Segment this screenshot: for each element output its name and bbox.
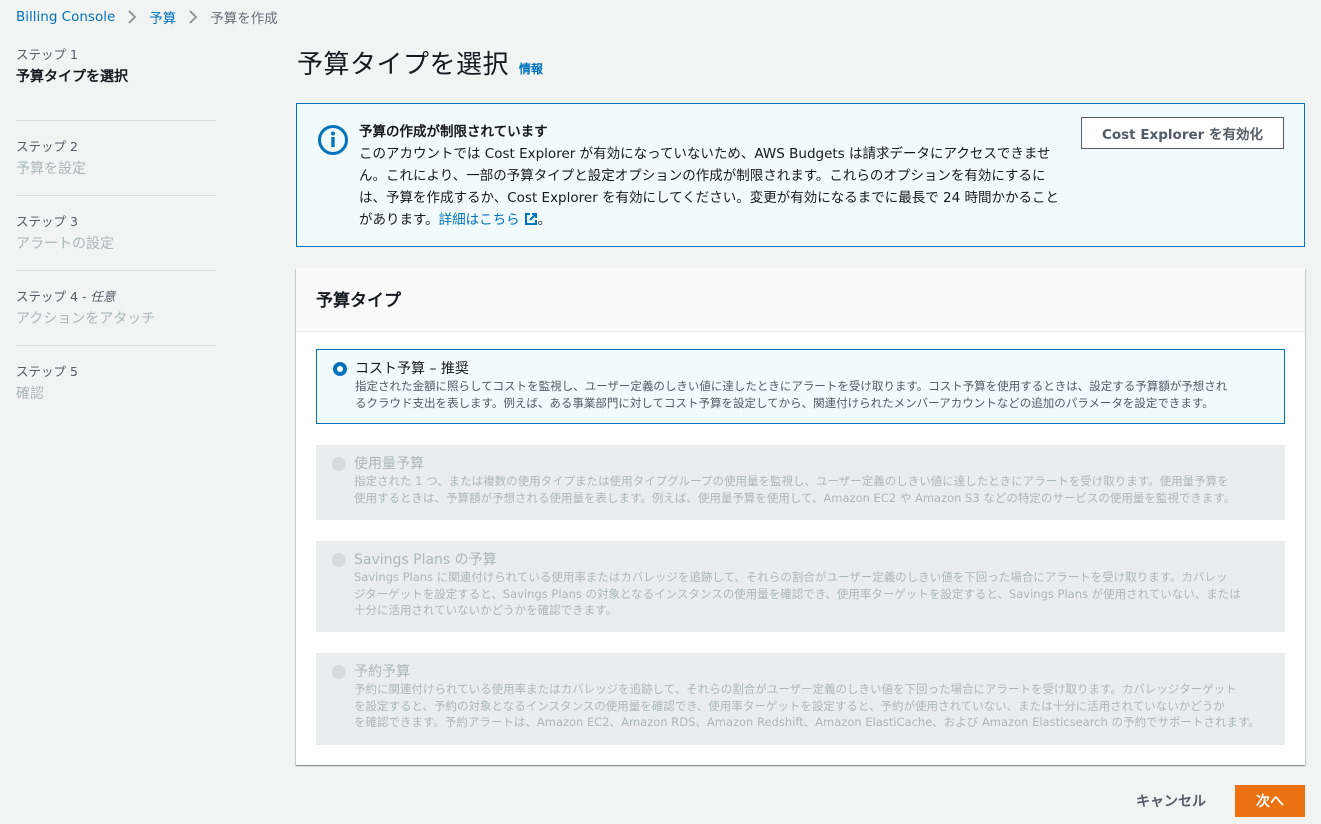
- option-description: を設定すると、予約の対象となるインスタンスの使用量を確認でき、使用率ターゲットを…: [354, 698, 1225, 713]
- option-description: るクラウド支出を表します。例えば、ある事業部門に対してコスト予算を設定してから、…: [355, 395, 1214, 410]
- step-label: 予算を設定: [16, 161, 86, 177]
- panel-header: 予算タイプ: [296, 268, 1305, 332]
- chevron-right-icon: [124, 9, 140, 25]
- wizard-step-5: ステップ 5 確認: [16, 345, 216, 420]
- cost-budget-option[interactable]: コスト予算 – 推奨 指定された金額に照らしてコストを監視し、ユーザー定義のしき…: [316, 349, 1285, 424]
- info-circle-icon: [317, 124, 349, 156]
- radio-disabled-icon: [332, 665, 346, 679]
- usage-budget-option: 使用量予算 指定された 1 つ、または複数の使用タイプまたは使用タイプグループの…: [316, 445, 1285, 520]
- enable-cost-explorer-button[interactable]: Cost Explorer を有効化: [1080, 117, 1284, 149]
- breadcrumb: Billing Console 予算 予算を作成: [16, 7, 278, 27]
- option-title: コスト予算 – 推奨: [355, 361, 469, 377]
- alert-text-suffix: 。: [537, 212, 552, 228]
- breadcrumb-budgets[interactable]: 予算: [149, 7, 176, 27]
- step-label: 予算タイプを選択: [16, 69, 128, 85]
- wizard-steps: ステップ 1 予算タイプを選択 ステップ 2 予算を設定 ステップ 3 アラート…: [16, 44, 216, 420]
- alert-text-line: ん。これにより、一部の予算タイプと設定オプションの作成が制限されます。これらのオ…: [359, 168, 1046, 184]
- page-header: 予算タイプを選択 情報: [297, 44, 543, 84]
- step-number: ステップ 3: [16, 214, 78, 229]
- option-description: 指定された 1 つ、または複数の使用タイプまたは使用タイプグループの使用量を監視…: [354, 474, 1229, 488]
- alert-content: 予算の作成が制限されています このアカウントでは Cost Explorer が…: [359, 121, 1074, 231]
- cancel-button[interactable]: キャンセル: [1128, 786, 1214, 816]
- option-description: 使用するときは、予算額が予想される使用量を表します。例えば、使用量予算を使用して…: [354, 490, 1236, 505]
- wizard-step-4: ステップ 4 - 任意 アクションをアタッチ: [16, 270, 216, 345]
- option-title: 使用量予算: [354, 456, 424, 472]
- chevron-right-icon: [185, 9, 201, 25]
- step-number: ステップ 1: [16, 47, 78, 62]
- radio-selected-icon[interactable]: [333, 362, 347, 376]
- step-number: ステップ 2: [16, 139, 78, 154]
- savings-plans-budget-option: Savings Plans の予算 Savings Plans に関連付けられて…: [316, 541, 1285, 632]
- alert-title: 予算の作成が制限されています: [359, 124, 548, 140]
- next-button[interactable]: 次へ: [1235, 785, 1305, 817]
- page-title: 予算タイプを選択: [297, 50, 510, 80]
- step-optional-label: 任意: [90, 289, 116, 304]
- learn-more-link[interactable]: 詳細はこちら: [439, 212, 538, 228]
- wizard-step-2: ステップ 2 予算を設定: [16, 120, 216, 195]
- option-description: 十分に活用されていないかどうかを確認できます。: [354, 603, 618, 617]
- step-label: 確認: [16, 386, 44, 402]
- option-description: Savings Plans に関連付けられている使用率またはカバレッジを追跡して…: [354, 570, 1228, 584]
- alert-text-prefix: があります。: [359, 212, 439, 228]
- alert-text-line: があります。詳細はこちら 。: [359, 209, 1074, 231]
- option-description: 指定された金額に照らしてコストを監視し、ユーザー定義のしきい値に達したときにアラ…: [355, 379, 1228, 393]
- radio-disabled-icon: [332, 457, 346, 471]
- wizard-step-1: ステップ 1 予算タイプを選択: [16, 45, 216, 120]
- wizard-step-3: ステップ 3 アラートの設定: [16, 195, 216, 270]
- info-link[interactable]: 情報: [519, 60, 543, 77]
- step-label: アラートの設定: [16, 236, 114, 252]
- step-number-text: ステップ 4 -: [16, 289, 91, 304]
- panel-title: 予算タイプ: [316, 291, 401, 311]
- alert-text-line: このアカウントでは Cost Explorer が有効になっていないため、AWS…: [359, 146, 1051, 162]
- option-title: Savings Plans の予算: [354, 552, 497, 568]
- option-title: 予約予算: [354, 664, 410, 680]
- budget-type-panel: 予算タイプ コスト予算 – 推奨 指定された金額に照らしてコストを監視し、ユーザ…: [296, 268, 1305, 765]
- alert-text-line: は、予算を作成するか、Cost Explorer を有効にしてください。変更が有…: [359, 190, 1059, 206]
- learn-more-label: 詳細はこちら: [438, 212, 520, 228]
- breadcrumb-create-budget: 予算を作成: [210, 11, 278, 27]
- option-description: 予約に関連付けられている使用率またはカバレッジを追跡して、それらの割合がユーザー…: [354, 682, 1237, 696]
- step-number: ステップ 5: [16, 364, 78, 379]
- step-label: アクションをアタッチ: [16, 311, 156, 327]
- reservation-budget-option: 予約予算 予約に関連付けられている使用率またはカバレッジを追跡して、それらの割合…: [316, 653, 1285, 745]
- option-description: ジターゲットを設定すると、Savings Plans の対象となるインスタンスの…: [354, 586, 1241, 601]
- external-link-icon: [524, 211, 538, 225]
- radio-disabled-icon: [332, 553, 346, 567]
- option-description: を確認できます。予約アラートは、Amazon EC2、Amazon RDS、Am…: [354, 715, 1260, 729]
- info-alert: 予算の作成が制限されています このアカウントでは Cost Explorer が…: [296, 103, 1305, 247]
- step-number: ステップ 4 - 任意: [16, 287, 216, 307]
- breadcrumb-billing-console[interactable]: Billing Console: [16, 9, 115, 25]
